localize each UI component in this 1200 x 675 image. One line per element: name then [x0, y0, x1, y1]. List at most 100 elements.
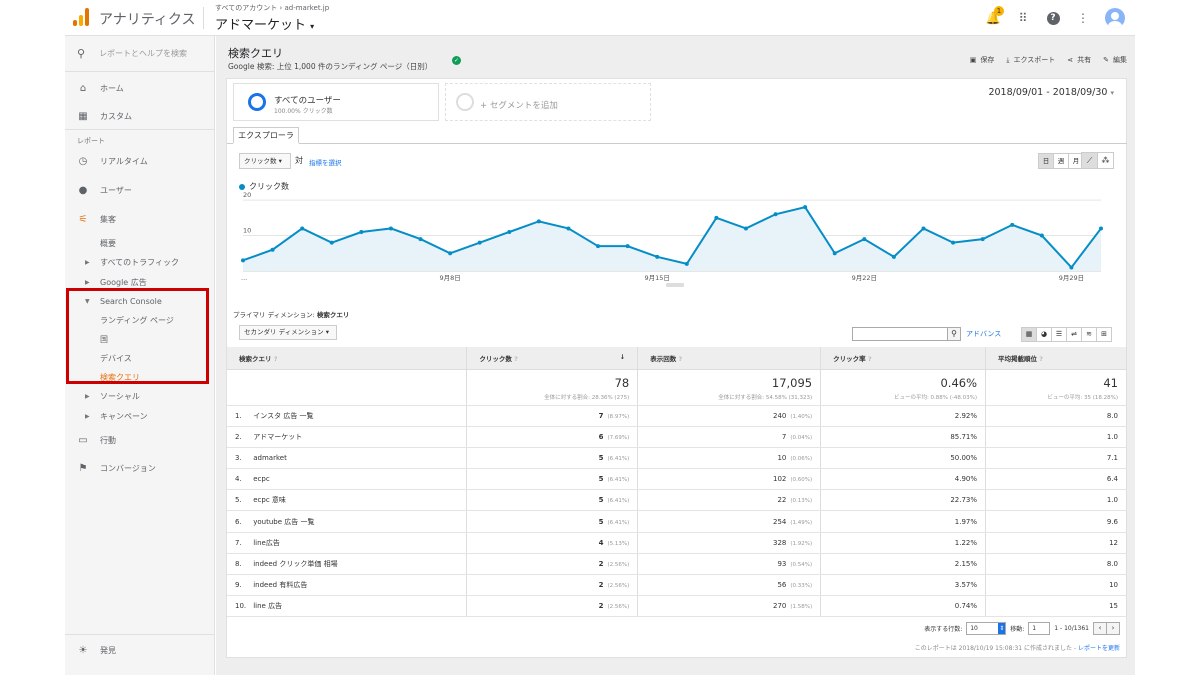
pagination: 表示する行数: 10 ⇕ 移動: 1 1 - 10/1361 ‹ › — [924, 622, 1120, 635]
breadcrumb-account[interactable]: ad-market.jp — [284, 4, 329, 12]
table-search-input[interactable] — [852, 327, 948, 341]
impressions-value: 22 — [777, 496, 787, 505]
query-cell[interactable]: 8. indeed クリック単価 相場 — [227, 553, 468, 576]
comparison-view-icon[interactable]: ⇌ — [1066, 327, 1082, 342]
sidebar-item-home[interactable]: ⌂ ホーム — [65, 78, 215, 98]
term-cloud-icon[interactable]: ≋ — [1081, 327, 1097, 342]
tab-explorer[interactable]: エクスプローラ — [233, 127, 299, 144]
query-cell[interactable]: 9. indeed 有料広告 — [227, 574, 468, 597]
prev-page-button[interactable]: ‹ — [1093, 622, 1107, 635]
apps-grid-icon[interactable]: ⠿ — [1015, 10, 1031, 26]
table-row: 8. indeed クリック単価 相場 2 (2.56%) 93 (0.54%) 2.15… — [227, 553, 1127, 576]
date-range-picker[interactable]: 2018/09/01 - 2018/09/30 ▾ — [988, 87, 1114, 98]
sidebar-item-conversions[interactable]: ⚑ コンバージョン — [65, 458, 215, 478]
next-page-button[interactable]: › — [1106, 622, 1120, 635]
impressions-pct: (1.92%) — [790, 540, 813, 547]
sidebar-item-realtime[interactable]: ◷ リアルタイム — [65, 151, 215, 171]
query-cell[interactable]: 10. line 広告 — [227, 595, 468, 618]
share-button[interactable]: ⋖ 共有 — [1067, 55, 1091, 65]
query-link[interactable]: line広告 — [253, 539, 280, 547]
impressions-value: 102 — [772, 475, 787, 484]
chevron-down-icon: ▾ — [310, 22, 315, 31]
sidebar-item-campaigns[interactable]: ▶ キャンペーン — [65, 406, 215, 426]
sidebar-item-label: リアルタイム — [100, 156, 148, 166]
row-number: 8. — [235, 559, 242, 568]
query-link[interactable]: インスタ 広告 一覧 — [253, 412, 313, 420]
query-cell[interactable]: 1. インスタ 広告 一覧 — [227, 405, 468, 427]
sidebar-item-overview[interactable]: 概要 — [65, 233, 215, 253]
sidebar-item-all-traffic[interactable]: ▶ すべてのトラフィック — [65, 252, 215, 272]
pie-view-icon[interactable]: ◕ — [1036, 327, 1052, 342]
table-view-icon[interactable]: ▦ — [1021, 327, 1037, 342]
search-icon[interactable]: ⚲ — [947, 327, 961, 341]
sidebar-item-users[interactable]: ● ユーザー — [65, 180, 215, 200]
line-chart-icon[interactable]: ⟋ — [1081, 152, 1098, 169]
refresh-report-link[interactable]: レポートを更新 — [1078, 645, 1120, 652]
clicks-value: 2 — [598, 602, 604, 611]
search-input[interactable]: レポートとヘルプを検索 — [99, 48, 187, 59]
query-cell[interactable]: 4. ecpc — [227, 468, 468, 491]
more-vert-icon[interactable]: ⋮ — [1075, 10, 1091, 26]
ctr-cell: 3.57% — [820, 574, 987, 597]
bell-icon[interactable]: 🔔 1 — [985, 6, 1004, 26]
column-header-query[interactable]: 検索クエリ ? — [227, 347, 468, 370]
sidebar-item-social[interactable]: ▶ ソーシャル — [65, 386, 215, 406]
export-button[interactable]: ⤓ エクスポート — [1006, 55, 1055, 65]
column-header-clicks[interactable]: クリック数 ? ↓ — [466, 347, 639, 370]
vs-label: 対 — [295, 156, 303, 165]
segment-sub: 100.00% クリック数 — [274, 108, 333, 115]
column-header-position[interactable]: 平均掲載順位 ? — [985, 347, 1127, 370]
share-label: 共有 — [1077, 56, 1092, 64]
performance-view-icon[interactable]: ☰ — [1051, 327, 1067, 342]
query-cell[interactable]: 3. admarket — [227, 447, 468, 470]
position-value: 15 — [1109, 602, 1118, 611]
report-actions: ▣ 保存 ⤓ エクスポート ⋖ 共有 ✎ 編集 — [970, 55, 1127, 65]
motion-chart-icon[interactable]: ⁂ — [1097, 152, 1114, 169]
query-cell[interactable]: 6. youtube 広告 一覧 — [227, 510, 468, 533]
property-selector[interactable]: アドマーケット ▾ — [215, 14, 314, 33]
query-cell[interactable]: 7. line広告 — [227, 532, 468, 554]
goto-label: 移動: — [1010, 626, 1025, 633]
help-icon[interactable]: ? — [1045, 10, 1061, 26]
sidebar-item-discover[interactable]: ☀ 発見 — [65, 640, 215, 660]
goto-input[interactable]: 1 — [1028, 622, 1051, 635]
query-cell[interactable]: 2. アドマーケット — [227, 426, 468, 448]
tab-divider — [227, 143, 1127, 144]
pivot-view-icon[interactable]: ⊞ — [1096, 327, 1112, 342]
table-row: 4. ecpc 5 (6.41%) 102 (0.60%) 4.90% 6.4 — [227, 468, 1127, 491]
breadcrumb[interactable]: すべてのアカウント › ad-market.jp — [215, 3, 329, 13]
query-link[interactable]: indeed 有料広告 — [253, 581, 307, 589]
analytics-logo-icon[interactable] — [73, 8, 89, 26]
add-segment-button[interactable]: + セグメントを追加 — [445, 83, 651, 121]
segment-all-users[interactable]: すべてのユーザー 100.00% クリック数 — [233, 83, 439, 121]
query-link[interactable]: youtube 広告 一覧 — [253, 518, 314, 526]
caret-right-icon: ▶ — [85, 392, 90, 400]
metric-dropdown[interactable]: クリック数 ▾ — [239, 153, 291, 169]
edit-button[interactable]: ✎ 編集 — [1103, 55, 1127, 65]
avatar[interactable] — [1105, 8, 1125, 28]
query-link[interactable]: admarket — [253, 454, 287, 462]
column-header-ctr[interactable]: クリック率 ? — [820, 347, 987, 370]
rows-per-page-select[interactable]: 10 ⇕ — [966, 622, 1007, 635]
query-cell[interactable]: 5. ecpc 意味 — [227, 489, 468, 512]
breadcrumb-root[interactable]: すべてのアカウント — [215, 4, 277, 12]
period-week-button[interactable]: 週 — [1053, 153, 1069, 169]
advanced-filter-link[interactable]: アドバンス — [966, 329, 1001, 339]
query-link[interactable]: line 広告 — [253, 602, 282, 610]
query-link[interactable]: indeed クリック単価 相場 — [253, 560, 337, 568]
total-sub: ビューの平均: 35 (18.28%) — [1047, 394, 1118, 401]
pick-metric-link[interactable]: 指標を選択 — [309, 157, 342, 167]
save-button[interactable]: ▣ 保存 — [970, 55, 995, 65]
period-day-button[interactable]: 日 — [1038, 153, 1054, 169]
sidebar-item-behavior[interactable]: ▭ 行動 — [65, 430, 215, 450]
query-link[interactable]: ecpc 意味 — [253, 496, 286, 504]
row-number: 3. — [235, 453, 242, 462]
secondary-dimension-dropdown[interactable]: セカンダリ ディメンション ▾ — [239, 325, 337, 340]
column-header-impressions[interactable]: 表示回数 ? — [637, 347, 822, 370]
query-link[interactable]: アドマーケット — [253, 433, 302, 441]
sidebar-item-acquisition[interactable]: ⚟ 集客 — [65, 209, 215, 229]
primary-dimension-value[interactable]: 検索クエリ — [317, 311, 350, 319]
query-link[interactable]: ecpc — [253, 475, 269, 483]
sidebar-item-custom[interactable]: ▦ カスタム — [65, 106, 215, 126]
sidebar-search[interactable]: ⚲ レポートとヘルプを検索 — [65, 36, 215, 72]
